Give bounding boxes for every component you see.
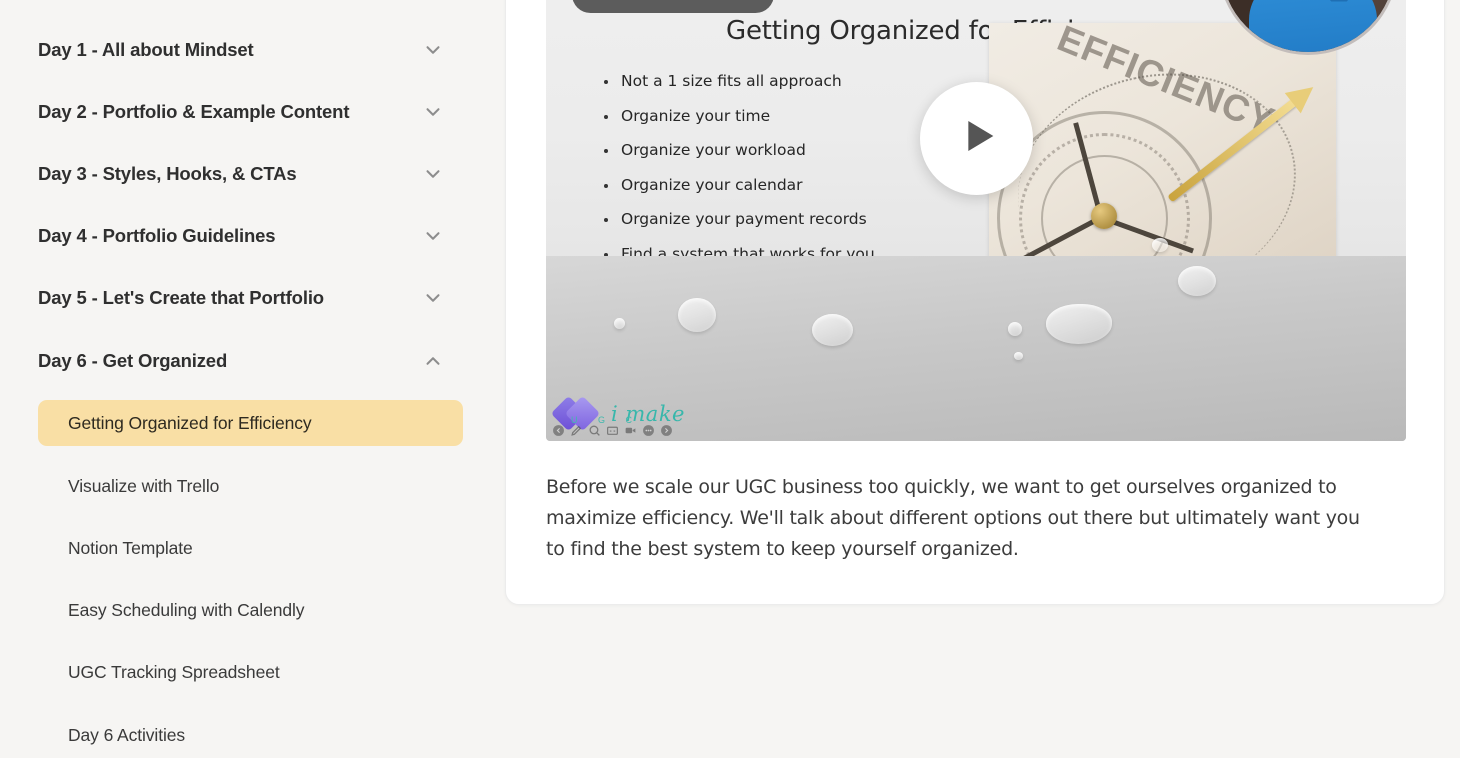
water-droplet (1152, 238, 1168, 252)
water-droplet (614, 318, 625, 329)
forward-icon[interactable] (660, 424, 673, 437)
sidebar-lesson-label: Day 6 Activities (68, 724, 186, 745)
pen-icon[interactable] (570, 424, 583, 437)
chevron-down-icon[interactable] (422, 101, 444, 123)
sidebar-lesson-day-6-activities[interactable]: Day 6 Activities (38, 712, 463, 758)
clock-icon (590, 0, 608, 6)
sidebar-section-day-2[interactable]: Day 2 - Portfolio & Example Content (38, 90, 456, 134)
webcam-collar (1307, 0, 1371, 2)
video-meta-pill: 3 min 0 views (572, 0, 774, 13)
sidebar-lesson-label: Getting Organized for Efficiency (68, 412, 312, 433)
water-droplet (812, 314, 853, 346)
video-player[interactable]: Getting Organized for Efficiency Not a 1… (546, 0, 1406, 441)
sidebar-section-label: Day 4 - Portfolio Guidelines (38, 225, 276, 246)
sidebar-lesson-label: Visualize with Trello (68, 475, 220, 496)
sidebar-lesson-label: UGC Tracking Spreadsheet (68, 661, 280, 682)
sidebar-section-label: Day 5 - Let's Create that Portfolio (38, 287, 324, 308)
eye-icon (674, 0, 692, 6)
presentation-mini-toolbar[interactable] (552, 424, 673, 437)
sidebar-lesson-label: Notion Template (68, 537, 193, 558)
water-droplet (1046, 304, 1112, 344)
sidebar-lesson-visualize-with-trello[interactable]: Visualize with Trello (38, 463, 463, 509)
slide-bullet-list: Not a 1 size fits all approach Organize … (596, 64, 875, 272)
water-droplet (678, 298, 716, 332)
sidebar-section-label: Day 2 - Portfolio & Example Content (38, 101, 350, 122)
video-duration-label: 3 min (616, 0, 656, 4)
sidebar-section-label: Day 6 - Get Organized (38, 350, 228, 371)
sidebar-lesson-easy-scheduling-with-calendly[interactable]: Easy Scheduling with Calendly (38, 587, 463, 633)
lesson-card: Getting Organized for Efficiency Not a 1… (505, 0, 1445, 605)
course-sidebar: Day 1 - All about Mindset Day 2 - Portfo… (0, 0, 490, 752)
slide-bullet: Organize your payment records (596, 202, 875, 237)
water-droplet (1014, 352, 1023, 360)
sidebar-lesson-getting-organized-for-efficiency[interactable]: Getting Organized for Efficiency (38, 400, 463, 446)
compass-hub (1091, 203, 1117, 229)
lesson-description: Before we scale our UGC business too qui… (546, 476, 1360, 560)
chevron-down-icon[interactable] (422, 287, 444, 309)
sidebar-section-day-6[interactable]: Day 6 - Get Organized (38, 339, 456, 383)
video-views-label: 0 views (700, 0, 755, 4)
presenter-webcam-bubble (1218, 0, 1398, 55)
sidebar-lesson-notion-template[interactable]: Notion Template (38, 525, 463, 571)
chevron-down-icon[interactable] (422, 225, 444, 247)
sidebar-section-label: Day 1 - All about Mindset (38, 39, 254, 60)
sidebar-lesson-label: Easy Scheduling with Calendly (68, 599, 305, 620)
play-button[interactable] (920, 82, 1033, 195)
droplet-band: i make U G C (546, 238, 1406, 441)
video-icon[interactable] (624, 424, 637, 437)
sidebar-section-day-1[interactable]: Day 1 - All about Mindset (38, 28, 456, 72)
chevron-down-icon[interactable] (422, 39, 444, 61)
chevron-down-icon[interactable] (422, 163, 444, 185)
back-icon[interactable] (552, 424, 565, 437)
slide-bullet: Not a 1 size fits all approach (596, 64, 875, 99)
chevron-up-icon[interactable] (422, 350, 444, 372)
sidebar-section-day-5[interactable]: Day 5 - Let's Create that Portfolio (38, 276, 456, 320)
sidebar-section-label: Day 3 - Styles, Hooks, & CTAs (38, 163, 297, 184)
more-icon[interactable] (642, 424, 655, 437)
slide-bullet: Organize your workload (596, 133, 875, 168)
sidebar-section-day-4[interactable]: Day 4 - Portfolio Guidelines (38, 214, 456, 258)
video-duration: 3 min (590, 0, 656, 6)
webcam-shirt (1249, 0, 1377, 52)
play-icon (953, 114, 1000, 163)
slide-bullet: Organize your time (596, 99, 875, 134)
video-views: 0 views (674, 0, 755, 6)
water-droplet (1178, 266, 1216, 296)
sidebar-lesson-ugc-tracking-spreadsheet[interactable]: UGC Tracking Spreadsheet (38, 649, 463, 695)
slide-bullet: Organize your calendar (596, 168, 875, 203)
sidebar-section-day-3[interactable]: Day 3 - Styles, Hooks, & CTAs (38, 152, 456, 196)
water-droplet (1008, 322, 1022, 336)
subtitles-icon[interactable] (606, 424, 619, 437)
zoom-icon[interactable] (588, 424, 601, 437)
